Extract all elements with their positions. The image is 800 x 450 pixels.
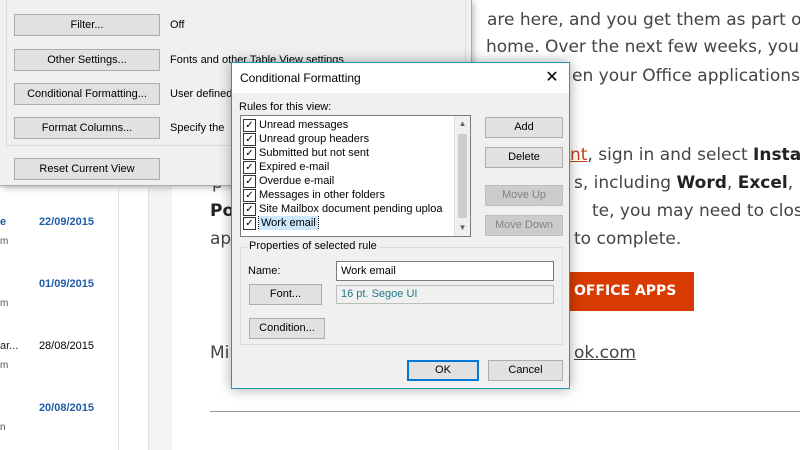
format-columns-button[interactable]: Format Columns... [14,117,160,139]
body-text: , sign in and select [587,145,754,165]
reset-current-view-button[interactable]: Reset Current View [14,158,160,180]
body-bold: Install [753,145,800,165]
conditional-formatting-dialog: Conditional Formatting ✕ Rules for this … [231,62,570,389]
conditional-formatting-button[interactable]: Conditional Formatting... [14,83,160,105]
mail-date: 28/08/2015 [38,340,94,352]
checkbox-icon[interactable]: ✓ [243,119,256,132]
checkbox-icon[interactable]: ✓ [243,217,256,230]
rule-label: Overdue e-mail [259,175,335,187]
filter-button[interactable]: Filter... [14,14,160,36]
rule-label: Unread messages [259,119,349,131]
checkbox-icon[interactable]: ✓ [243,203,256,216]
checkbox-icon[interactable]: ✓ [243,189,256,202]
body-text-line: ap [210,229,232,249]
mail-preview: m [0,360,9,371]
close-icon[interactable]: ✕ [535,63,569,93]
body-text-line: nt, sign in and select Install t [570,145,800,165]
body-link[interactable]: ok.com [574,343,636,363]
body-text: , [726,173,738,193]
mail-preview: m [0,236,9,247]
font-button[interactable]: Font... [249,284,322,305]
format-columns-value: Specify the [170,122,225,134]
scroll-thumb[interactable] [458,134,467,218]
ok-button[interactable]: OK [407,360,479,381]
properties-label: Properties of selected rule [247,240,379,252]
body-text-line: home. Over the next few weeks, you wi [486,37,800,57]
body-text: , [787,173,794,193]
body-text-line: ok.com [574,343,636,363]
rules-label: Rules for this view: [239,101,332,113]
body-link[interactable]: nt [570,145,587,165]
rule-item[interactable]: ✓ Submitted but not sent [243,146,456,160]
mail-item[interactable]: m 01/09/2015 [0,278,118,330]
rule-label: Site Mailbox document pending uploa [259,203,443,215]
body-text-line: Mi [210,343,230,363]
condition-button[interactable]: Condition... [249,318,325,339]
body-text-line: en your Office applications. L [572,66,800,86]
rule-label: Expired e-mail [259,161,330,173]
rules-scrollbar[interactable]: ▲ ▼ [454,116,470,236]
conditional-formatting-value: User defined [170,88,233,100]
rule-label: Unread group headers [259,133,370,145]
body-text-line: to complete. [574,229,682,249]
name-label: Name: [248,265,281,277]
mail-preview: m [0,298,9,309]
rules-list[interactable]: ✓ Unread messages ✓ Unread group headers ✓ Su… [240,115,471,237]
mail-sender: ar... [0,340,19,352]
divider [210,411,800,412]
rule-item[interactable]: ✓ Work email [243,216,456,230]
delete-button[interactable]: Delete [485,147,563,168]
mail-item[interactable]: ar... m 28/08/2015 [0,340,118,392]
divider [148,188,149,450]
filter-value: Off [170,19,185,31]
move-down-button[interactable]: Move Down [485,215,563,236]
rule-label: Messages in other folders [259,189,385,201]
rule-item[interactable]: ✓ Site Mailbox document pending uploa [243,202,456,216]
checkbox-icon[interactable]: ✓ [243,147,256,160]
rule-item[interactable]: ✓ Messages in other folders [243,188,456,202]
office-apps-button[interactable]: OFFICE APPS [552,272,694,311]
cancel-button[interactable]: Cancel [488,360,563,381]
rule-item[interactable]: ✓ Unread group headers [243,132,456,146]
rule-item[interactable]: ✓ Overdue e-mail [243,174,456,188]
mail-item[interactable]: e m 22/09/2015 [0,216,118,268]
body-text-line: s, including Word, Excel, [574,173,793,193]
checkbox-icon[interactable]: ✓ [243,133,256,146]
add-button[interactable]: Add [485,117,563,138]
mail-sender: e [0,216,7,228]
move-up-button[interactable]: Move Up [485,185,563,206]
divider [118,188,119,450]
body-text: en your Office applications. [572,66,800,86]
mail-item[interactable]: n 20/08/2015 [0,402,118,450]
body-text-line: te, you may need to close al [592,201,800,221]
rule-label: Submitted but not sent [259,147,370,159]
mail-date: 20/08/2015 [38,402,94,414]
mail-preview: n [0,422,6,433]
rule-item[interactable]: ✓ Expired e-mail [243,160,456,174]
mail-date: 22/09/2015 [38,216,94,228]
font-value: 16 pt. Segoe UI [336,285,554,304]
rule-item[interactable]: ✓ Unread messages [243,118,456,132]
body-bold: Excel [737,173,788,193]
dialog-title: Conditional Formatting [240,71,361,85]
other-settings-button[interactable]: Other Settings... [14,49,160,71]
rule-label: Work email [258,216,319,230]
scroll-up-icon[interactable]: ▲ [455,116,470,132]
body-text: s, including [574,173,677,193]
checkbox-icon[interactable]: ✓ [243,175,256,188]
name-field[interactable]: Work email [336,261,554,281]
scroll-down-icon[interactable]: ▼ [455,220,470,236]
dialog-titlebar: Conditional Formatting ✕ [232,63,569,93]
mail-date: 01/09/2015 [38,278,94,290]
body-bold: Word [676,173,727,193]
body-text-line: are here, and you get them as part of [487,10,800,30]
checkbox-icon[interactable]: ✓ [243,161,256,174]
